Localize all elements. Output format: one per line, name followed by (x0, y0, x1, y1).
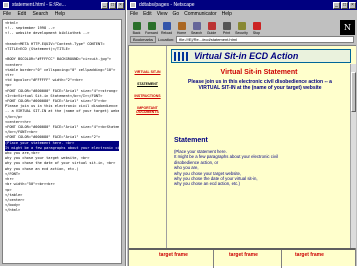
home-icon (177, 22, 186, 30)
toolbar-label: Stop (252, 31, 261, 35)
browser-titlebar[interactable]: ddtabs/pages - Netscape _ □ × (127, 0, 357, 10)
nav-link-virtual-sit-in[interactable]: VIRTUAL SIT-IN (131, 70, 164, 74)
location-label: Location: (158, 37, 175, 42)
close-button[interactable]: × (117, 1, 124, 9)
menu-go[interactable]: Go (172, 11, 179, 17)
menu-help[interactable]: Help (55, 11, 65, 17)
toolbar-label: Print (222, 31, 231, 35)
editor-window: statement.html - E:\Re... _ □ × File Edi… (0, 0, 126, 266)
search-icon (192, 22, 201, 30)
guide-icon (207, 22, 216, 30)
stop-button[interactable]: Stop (250, 19, 263, 35)
toolbar-label: Search (190, 31, 203, 35)
footer-target-frame-right: target frame (295, 252, 324, 258)
footer-divider (281, 250, 282, 268)
search-button[interactable]: Search (190, 19, 203, 35)
menu-file[interactable]: File (130, 11, 138, 17)
statement-subheading: Please join us in this electronic civil … (188, 79, 332, 91)
statement-heading: Virtual Sit-in Statement (220, 69, 298, 76)
netscape-logo-icon[interactable]: N (340, 20, 355, 35)
reload-icon (162, 22, 171, 30)
toolbar-label: Guide (206, 31, 217, 35)
editor-titlebar[interactable]: statement.html - E:\Re... _ □ × (0, 0, 125, 10)
menu-search[interactable]: Search (32, 11, 48, 17)
minimize-button[interactable]: _ (333, 1, 340, 9)
stop-icon (252, 22, 261, 30)
section-title: Statement (174, 137, 208, 144)
back-arrow-icon (132, 22, 141, 30)
section-body: (Place your statement here. It might be … (174, 149, 334, 187)
page-content: VIRTUAL SIT-IN STATEMENT INSTRUCTIONS IM… (128, 45, 356, 268)
nav-frame: VIRTUAL SIT-IN STATEMENT INSTRUCTIONS IM… (129, 46, 167, 248)
netscape-window-icon (130, 2, 136, 8)
menu-communicator[interactable]: Communicator (184, 11, 217, 17)
security-button[interactable]: Security (235, 19, 248, 35)
editor-line: why you chose the date of your virtual s… (5, 161, 116, 166)
nav-link-important-documents[interactable]: IMPORTANT DOCUMENTS (131, 106, 164, 114)
lock-icon (237, 22, 246, 30)
maximize-button[interactable]: □ (341, 1, 348, 9)
scrollbar-thumb[interactable] (351, 72, 356, 112)
back-button[interactable]: Back (130, 19, 143, 35)
bookmarks-button[interactable]: Bookmarks (130, 36, 157, 43)
site-banner: Virtual Sit-in ECD Action (171, 49, 351, 63)
editor-title: statement.html - E:\Re... (12, 2, 66, 8)
toolbar-label: Home (176, 31, 187, 35)
toolbar-label: Reload (160, 31, 173, 35)
menu-edit[interactable]: Edit (143, 11, 152, 17)
browser-window: ddtabs/pages - Netscape _ □ × File Edit Vi… (127, 0, 357, 268)
notepad-icon (3, 2, 9, 8)
banner-title: Virtual Sit-in ECD Action (194, 51, 299, 61)
menu-view[interactable]: View (157, 11, 168, 17)
editor-line: <BODY BGCOLOR="#FFFFCC" BACKGROUND="circ… (5, 57, 112, 62)
close-button[interactable]: × (349, 1, 356, 9)
navigation-toolbar: Back Forward Reload Home Search Guide Print Sec… (127, 18, 357, 35)
editor-menubar: File Edit Search Help (0, 10, 125, 18)
footer-divider (213, 250, 214, 268)
menu-edit[interactable]: Edit (17, 11, 26, 17)
print-icon (222, 22, 231, 30)
statement-frame: Virtual Sit-in Statement Please join us … (171, 67, 347, 248)
vertical-scrollbar[interactable] (350, 64, 356, 248)
editor-line: <table border="0" cellspacing="0" cellpa… (5, 67, 116, 72)
forward-button[interactable]: Forward (145, 19, 158, 35)
toolbar-label: Forward (145, 31, 158, 35)
editor-line: -- a VIRTUAL SIT-IN at the (name of your… (5, 109, 119, 114)
reload-button[interactable]: Reload (160, 19, 173, 35)
minimize-button[interactable]: _ (101, 1, 108, 9)
nav-link-instructions[interactable]: INSTRUCTIONS (131, 94, 164, 98)
location-bar: Bookmarks Location: file:///E|/Re.../ecd… (127, 35, 357, 44)
menu-help[interactable]: Help (222, 11, 232, 17)
forward-arrow-icon (147, 22, 156, 30)
url-input[interactable]: file:///E|/Re.../ecd/statement.html (176, 36, 354, 43)
browser-menubar: File Edit View Go Communicator Help (127, 10, 357, 18)
banner-stripe-graphic (174, 52, 190, 61)
footer-target-frame-middle: target frame (229, 252, 258, 258)
editor-text-area[interactable]: <html> <!-- september 1998 --> <!-- websit… (2, 19, 122, 264)
browser-title: ddtabs/pages - Netscape (139, 2, 195, 8)
editor-line: </html> (5, 208, 21, 213)
maximize-button[interactable]: □ (109, 1, 116, 9)
toolbar-label: Security (235, 31, 248, 35)
footer-frames: target frame target frame target frame (129, 248, 355, 268)
home-button[interactable]: Home (175, 19, 188, 35)
menu-file[interactable]: File (3, 11, 11, 17)
footer-target-frame-left: target frame (159, 252, 188, 258)
main-frame: Virtual Sit-in ECD Action Virtual Sit-in… (167, 46, 356, 248)
toolbar-label: Back (132, 31, 141, 35)
guide-button[interactable]: Guide (205, 19, 218, 35)
section-line: why you chose an ecd action, etc.) (174, 181, 240, 187)
print-button[interactable]: Print (220, 19, 233, 35)
